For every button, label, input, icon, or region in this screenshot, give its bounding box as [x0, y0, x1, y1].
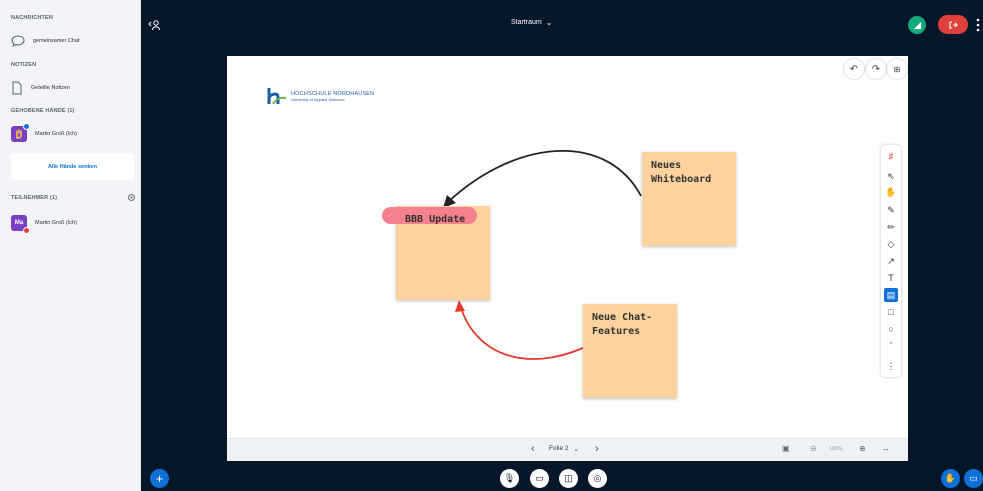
- more-tools[interactable]: ⋮: [884, 359, 898, 373]
- red-arrowhead: [455, 300, 465, 312]
- raised-hands-header: GEHOBENE HÄNDE (1): [11, 108, 75, 114]
- eraser-tool[interactable]: ◇: [884, 237, 898, 251]
- expand-icon[interactable]: ↔: [882, 444, 890, 453]
- users-icon[interactable]: [148, 19, 162, 31]
- note-chat-features[interactable]: Neue Chat- Features: [583, 304, 677, 398]
- pen-tool[interactable]: ✎: [884, 203, 898, 217]
- settings-gear-icon[interactable]: [127, 193, 136, 202]
- color-swatch-icon: ♯: [888, 151, 894, 161]
- black-arrow: [447, 150, 642, 203]
- note-bbb-update[interactable]: BBB Update: [382, 206, 490, 300]
- zoom-out-icon[interactable]: ⊖: [810, 444, 817, 453]
- raised-hand-name: Martin Groß (Ich): [35, 131, 77, 137]
- ellipse-icon: ○: [888, 324, 894, 334]
- shared-notes-label: Geteilte Notizen: [31, 85, 71, 91]
- previous-slide-icon[interactable]: ‹: [531, 443, 535, 455]
- arrow-tool[interactable]: ↗: [884, 254, 898, 268]
- caret-up-icon: ˆ: [889, 341, 893, 351]
- arrows-layer: [443, 150, 642, 360]
- arrow-icon: ↗: [887, 255, 895, 266]
- participant-avatar: Ma: [11, 215, 30, 234]
- marker-icon: ✏: [887, 221, 895, 232]
- color-picker[interactable]: ♯: [884, 149, 898, 163]
- zoom-level: 100%: [829, 446, 842, 452]
- raised-hand-user[interactable]: Martin Groß (Ich): [11, 123, 77, 142]
- participant-initials: Ma: [14, 220, 24, 226]
- chat-bubble-icon: [11, 35, 25, 47]
- shared-notes-item[interactable]: Geteilte Notizen: [11, 81, 70, 95]
- ellipse-tool[interactable]: ○: [884, 322, 898, 336]
- microphone-button[interactable]: 🎙︎: [500, 469, 519, 488]
- eraser-icon: ◇: [887, 238, 895, 249]
- slide-selector[interactable]: Folie 2 ⌄: [549, 445, 579, 453]
- fit-to-width-icon[interactable]: ▣: [782, 444, 790, 453]
- more-options-icon[interactable]: [976, 18, 980, 32]
- collapse-tool[interactable]: ˆ: [884, 339, 898, 353]
- public-chat-label: gemeinsamer Chat: [33, 38, 80, 44]
- pan-tool[interactable]: ✋: [884, 185, 898, 199]
- pen-icon: ✎: [887, 204, 895, 215]
- sticky-note-icon: ▤: [886, 289, 896, 300]
- note-chat-line2: Features: [592, 326, 641, 337]
- whiteboard[interactable]: HOCHSCHULE NORDHAUSEN University of Appl…: [227, 56, 908, 461]
- presentation-button[interactable]: ◎: [588, 469, 607, 488]
- plus-icon: +: [155, 471, 164, 486]
- connection-status-button[interactable]: [908, 16, 926, 34]
- zoom-in-icon[interactable]: ⊕: [859, 444, 866, 453]
- actions-button[interactable]: +: [150, 469, 169, 488]
- note-whiteboard-line1: Neues: [651, 160, 682, 171]
- whiteboard-toolbar: ♯ ⇖ ✋ ✎ ✏ ◇ ↗ T ▤ □ ○ ˆ ⋮: [881, 145, 901, 377]
- pointer-icon: ⇖: [887, 170, 895, 181]
- more-icon: ⋮: [886, 360, 896, 371]
- signal-icon: [913, 21, 921, 29]
- monitor-icon: ▭: [969, 473, 978, 483]
- document-icon: [12, 81, 22, 95]
- slide-label: Folie 2: [549, 445, 569, 452]
- sticky-note-tool[interactable]: ▤: [884, 288, 898, 302]
- hand-icon: [16, 129, 22, 139]
- presenter-badge: [23, 227, 30, 234]
- next-slide-icon[interactable]: ›: [595, 443, 599, 455]
- note-chat-line1: Neue Chat-: [592, 312, 653, 323]
- marker-tool[interactable]: ✏: [884, 220, 898, 234]
- screen-share-icon: ◫: [564, 473, 573, 483]
- note-bbb-update-text: BBB Update: [405, 214, 466, 225]
- sidebar: NACHRICHTEN gemeinsamer Chat NOTIZEN Get…: [0, 0, 141, 491]
- participant-name: Martin Groß (Ich): [35, 220, 77, 226]
- chevron-down-icon: ⌄: [545, 18, 553, 27]
- participant-item[interactable]: Ma Martin Groß (Ich): [11, 215, 77, 234]
- text-tool[interactable]: T: [884, 271, 898, 285]
- screen-share-button[interactable]: ◫: [559, 469, 578, 488]
- restore-presentation-button[interactable]: ▭: [964, 469, 983, 488]
- leave-meeting-button[interactable]: [938, 15, 968, 34]
- top-bar: Startraum ⌄: [141, 0, 983, 50]
- text-icon: T: [888, 273, 894, 283]
- public-chat-item[interactable]: gemeinsamer Chat: [11, 35, 79, 47]
- room-name: Startraum: [511, 19, 542, 26]
- room-selector[interactable]: Startraum ⌄: [511, 18, 552, 27]
- app: NACHRICHTEN gemeinsamer Chat NOTIZEN Get…: [0, 0, 983, 491]
- red-arrow: [460, 307, 584, 360]
- pointer-tool[interactable]: ⇖: [884, 169, 898, 183]
- raise-hand-button[interactable]: ✋: [941, 469, 960, 488]
- rectangle-tool[interactable]: □: [884, 305, 898, 319]
- messages-header: NACHRICHTEN: [11, 15, 53, 21]
- participants-header: TEILNEHMER (1): [11, 195, 58, 201]
- hand-icon: ✋: [944, 473, 957, 483]
- notes-header: NOTIZEN: [11, 62, 37, 68]
- chevron-down-icon: ⌄: [573, 446, 579, 453]
- rectangle-icon: □: [888, 307, 894, 317]
- hand-badge: [23, 123, 30, 130]
- camera-icon: ▭: [535, 473, 544, 483]
- note-new-whiteboard[interactable]: Neues Whiteboard: [642, 152, 736, 246]
- lower-all-hands-button[interactable]: Alle Hände senken: [11, 153, 134, 180]
- note-whiteboard-line2: Whiteboard: [651, 174, 712, 185]
- camera-button[interactable]: ▭: [530, 469, 549, 488]
- presentation-icon: ◎: [593, 473, 602, 483]
- hand-pan-icon: ✋: [885, 186, 897, 197]
- microphone-icon: 🎙︎: [503, 473, 516, 483]
- slide-controls: ‹ Folie 2 ⌄ › ▣ ⊖ 100% ⊕ ↔: [227, 438, 908, 461]
- hand-avatar: [11, 123, 30, 142]
- leave-icon: [949, 20, 958, 29]
